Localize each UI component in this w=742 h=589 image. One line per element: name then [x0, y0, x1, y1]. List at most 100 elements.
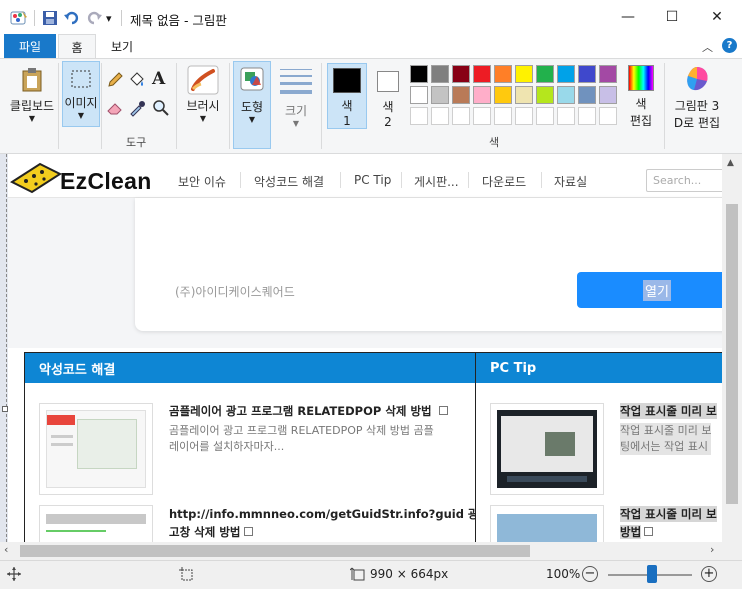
eraser-icon[interactable]	[106, 99, 124, 120]
edit-colors-button[interactable]: 색 편집	[624, 63, 658, 133]
scroll-left-icon[interactable]: ‹	[4, 543, 8, 556]
palette-swatch[interactable]	[473, 65, 491, 83]
malware-fix-section: 악성코드 해결 곰플레이어 광고 프로그램 RELATEDPOP 삭제 방법 곰…	[24, 352, 479, 542]
size-button[interactable]: 크기 ▼	[276, 63, 316, 128]
palette-swatch[interactable]	[452, 65, 470, 83]
palette-empty-swatch[interactable]	[452, 107, 470, 125]
nav-download[interactable]: 다운로드	[482, 173, 526, 190]
brush-button[interactable]: 브러시 ▼	[180, 63, 226, 127]
thumbnail-line	[46, 530, 106, 532]
minimize-button[interactable]: —	[605, 0, 651, 34]
palette-swatch[interactable]	[557, 65, 575, 83]
palette-swatch[interactable]	[578, 86, 596, 104]
nav-security-issue[interactable]: 보안 이슈	[178, 173, 226, 190]
palette-empty-swatch[interactable]	[578, 107, 596, 125]
post-thumbnail[interactable]	[490, 403, 604, 495]
palette-swatch[interactable]	[410, 65, 428, 83]
post-title[interactable]: 곰플레이어 광고 프로그램 RELATEDPOP 삭제 방법	[169, 403, 448, 419]
post-thumbnail[interactable]	[490, 505, 604, 542]
palette-swatch[interactable]	[578, 65, 596, 83]
clipboard-button[interactable]: 클립보드 ▼	[6, 63, 58, 127]
search-input[interactable]: Search...	[646, 169, 722, 192]
palette-empty-swatch[interactable]	[557, 107, 575, 125]
post-thumbnail[interactable]	[39, 403, 153, 495]
canvas-area: EzClean 보안 이슈 악성코드 해결 PC Tip 게시판... 다운로드…	[0, 154, 742, 542]
thumbnail-photo	[545, 432, 575, 456]
paint-app-icon[interactable]	[10, 9, 28, 27]
palette-empty-swatch[interactable]	[410, 107, 428, 125]
post-title[interactable]: 작업 표시줄 미리 보 방법	[620, 506, 717, 540]
color1-button[interactable]: 색 1	[327, 63, 367, 129]
post-title-line1: http://info.mmnneo.com/getGuidStr.info?g…	[169, 507, 479, 521]
palette-swatch[interactable]	[599, 86, 617, 104]
scroll-right-icon[interactable]: ›	[710, 543, 714, 556]
pc-tip-section-header: PC Tip	[476, 353, 722, 383]
drawing-canvas[interactable]: EzClean 보안 이슈 악성코드 해결 PC Tip 게시판... 다운로드…	[8, 154, 722, 542]
maximize-button[interactable]: ☐	[649, 0, 695, 34]
palette-swatch[interactable]	[473, 86, 491, 104]
thumbnail-bar	[46, 514, 146, 524]
selection-border	[6, 154, 7, 542]
status-bar: 990 × 664px 100% − +	[0, 560, 742, 589]
thumbnail-red-tag	[47, 415, 75, 425]
post-title[interactable]: 작업 표시줄 미리 보	[620, 403, 717, 419]
zoom-out-button[interactable]: −	[582, 566, 598, 582]
magnifier-icon[interactable]	[152, 99, 170, 120]
palette-swatch[interactable]	[410, 86, 428, 104]
horizontal-scroll-thumb[interactable]	[20, 545, 530, 557]
palette-swatch[interactable]	[515, 65, 533, 83]
palette-empty-swatch[interactable]	[599, 107, 617, 125]
image-button[interactable]: 이미지 ▼	[62, 61, 100, 127]
undo-icon[interactable]	[64, 9, 80, 27]
text-tool-icon[interactable]: A	[152, 69, 165, 89]
shapes-button[interactable]: 도형 ▼	[233, 61, 271, 149]
palette-swatch[interactable]	[515, 86, 533, 104]
palette-empty-swatch[interactable]	[536, 107, 554, 125]
collapse-ribbon-icon[interactable]: ︿	[702, 39, 713, 55]
palette-swatch[interactable]	[557, 86, 575, 104]
palette-empty-swatch[interactable]	[431, 107, 449, 125]
palette-swatch[interactable]	[536, 65, 554, 83]
pencil-icon[interactable]	[106, 71, 124, 92]
palette-empty-swatch[interactable]	[515, 107, 533, 125]
vertical-scroll-thumb[interactable]	[726, 204, 738, 504]
horizontal-scrollbar[interactable]: ‹ ›	[0, 542, 742, 560]
edit-with-paint3d-button[interactable]: 그림판 3 D로 편집	[668, 63, 726, 133]
color2-button[interactable]: 색 2	[369, 63, 407, 129]
palette-swatch[interactable]	[536, 86, 554, 104]
nav-pc-tip[interactable]: PC Tip	[354, 173, 391, 187]
scroll-up-icon[interactable]: ▲	[727, 158, 734, 168]
nav-archive[interactable]: 자료실	[554, 173, 587, 190]
open-button[interactable]: 열기	[577, 272, 722, 308]
color-picker-icon[interactable]	[128, 99, 146, 120]
palette-swatch[interactable]	[494, 86, 512, 104]
fill-bucket-icon[interactable]	[128, 71, 146, 92]
nav-board[interactable]: 게시판...	[414, 173, 459, 190]
post-desc-line1: 곰플레이어 광고 프로그램 RELATEDPOP 삭제 방법 곰플	[169, 424, 434, 437]
post-thumbnail[interactable]	[39, 505, 153, 542]
customize-quick-access-button[interactable]: ▾	[106, 9, 112, 27]
palette-swatch[interactable]	[599, 65, 617, 83]
palette-swatch[interactable]	[494, 65, 512, 83]
zoom-slider-thumb[interactable]	[647, 565, 657, 583]
ezclean-logo-text[interactable]: EzClean	[60, 168, 152, 195]
palette-swatch[interactable]	[431, 86, 449, 104]
redo-icon[interactable]	[86, 9, 102, 27]
tab-file[interactable]: 파일	[4, 34, 56, 58]
nav-malware-fix[interactable]: 악성코드 해결	[254, 173, 324, 190]
zoom-in-button[interactable]: +	[701, 566, 717, 582]
tab-view[interactable]: 보기	[100, 34, 144, 58]
save-icon[interactable]	[42, 9, 58, 27]
close-button[interactable]: ✕	[694, 0, 740, 34]
section-title: PC Tip	[490, 360, 537, 376]
palette-swatch[interactable]	[431, 65, 449, 83]
vertical-scrollbar[interactable]: ▲	[722, 154, 742, 542]
thumbnail-taskbar	[507, 476, 587, 482]
palette-swatch[interactable]	[452, 86, 470, 104]
color1-label: 색	[341, 99, 353, 113]
palette-empty-swatch[interactable]	[494, 107, 512, 125]
post-title[interactable]: http://info.mmnneo.com/getGuidStr.info?g…	[169, 506, 479, 540]
help-icon[interactable]: ?	[722, 38, 737, 53]
palette-empty-swatch[interactable]	[473, 107, 491, 125]
tab-home[interactable]: 홈	[58, 34, 96, 59]
